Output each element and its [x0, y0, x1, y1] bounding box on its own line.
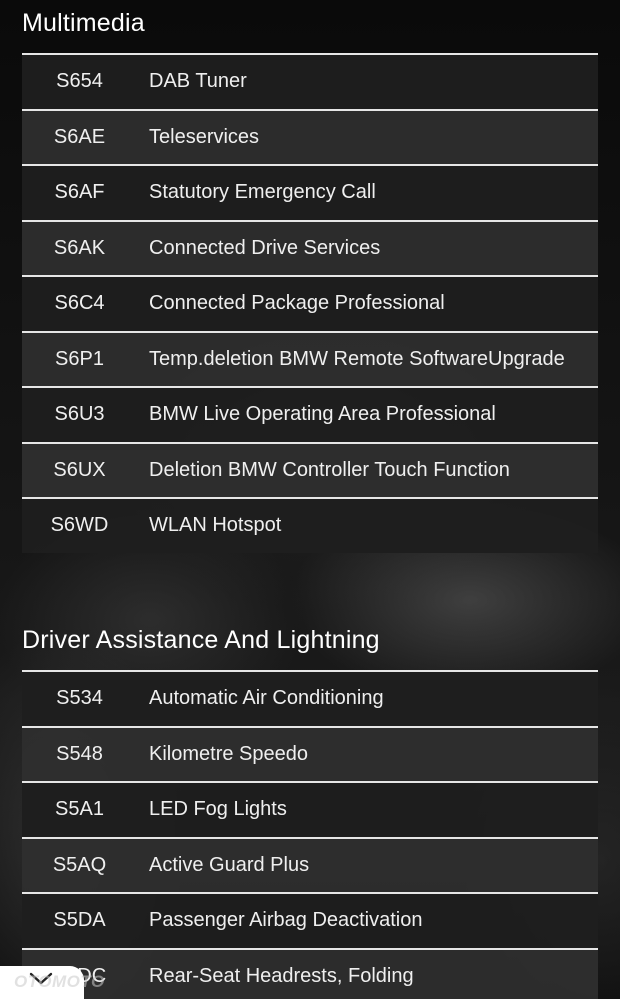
section-title-multimedia: Multimedia: [22, 9, 145, 37]
option-description: BMW Live Operating Area Professional: [149, 403, 496, 426]
option-description: Rear-Seat Headrests, Folding: [149, 964, 414, 987]
option-description: Kilometre Speedo: [149, 742, 308, 765]
option-description: DAB Tuner: [149, 70, 247, 93]
option-code: S548: [56, 742, 103, 765]
table-row: S6AK Connected Drive Services: [22, 221, 598, 277]
table-row: S6AE Teleservices: [22, 110, 598, 166]
table-row: S6C4 Connected Package Professional: [22, 277, 598, 333]
option-description: Teleservices: [149, 125, 260, 148]
option-description: Automatic Air Conditioning: [149, 687, 384, 710]
table-row: S534 Automatic Air Conditioning: [22, 672, 598, 728]
option-description: Passenger Airbag Deactivation: [149, 909, 423, 932]
table-row: S6UX Deletion BMW Controller Touch Funct…: [22, 443, 598, 499]
option-code: S6AF: [54, 181, 105, 204]
option-code: S5AQ: [52, 853, 107, 876]
option-code: S5DA: [53, 909, 106, 932]
option-description: Temp.deletion BMW Remote SoftwareUpgrade: [149, 347, 565, 370]
option-description: WLAN Hotspot: [149, 514, 282, 537]
option-description: Statutory Emergency Call: [149, 181, 376, 204]
table-row: S5DC Rear-Seat Headrests, Folding: [22, 949, 598, 999]
table-row: S6P1 Temp.deletion BMW Remote SoftwareUp…: [22, 332, 598, 388]
table-row: S6U3 BMW Live Operating Area Professiona…: [22, 388, 598, 444]
driver-assistance-table: S534 Automatic Air Conditioning S548 Kil…: [22, 670, 598, 999]
option-code: S6P1: [55, 347, 104, 370]
table-row: S6AF Statutory Emergency Call: [22, 166, 598, 222]
table-row: S5A1 LED Fog Lights: [22, 783, 598, 839]
page: Multimedia S654 DAB Tuner S6AE Teleservi…: [0, 0, 620, 999]
option-description: Active Guard Plus: [149, 853, 310, 876]
option-description: Connected Package Professional: [149, 292, 445, 315]
option-code: S6WD: [50, 514, 109, 537]
multimedia-table: S654 DAB Tuner S6AE Teleservices S6AF St…: [22, 53, 598, 553]
option-code: S6AE: [53, 125, 106, 148]
section-title-driver-assistance: Driver Assistance And Lightning: [22, 626, 380, 654]
table-row: S6WD WLAN Hotspot: [22, 499, 598, 553]
table-row: S654 DAB Tuner: [22, 55, 598, 111]
option-code: S6C4: [54, 292, 105, 315]
table-row: S548 Kilometre Speedo: [22, 727, 598, 783]
option-code: S654: [56, 70, 103, 93]
option-code: S6AK: [53, 236, 106, 259]
table-row: S5DA Passenger Airbag Deactivation: [22, 894, 598, 950]
option-description: LED Fog Lights: [149, 798, 287, 821]
option-description: Deletion BMW Controller Touch Function: [149, 458, 510, 481]
table-row: S5AQ Active Guard Plus: [22, 838, 598, 894]
option-description: Connected Drive Services: [149, 236, 381, 259]
option-code: S6U3: [54, 403, 105, 426]
option-code: S6UX: [53, 458, 106, 481]
option-code: S5A1: [55, 798, 104, 821]
watermark-logo: OTOMOTO: [14, 972, 105, 991]
option-code: S534: [56, 687, 103, 710]
